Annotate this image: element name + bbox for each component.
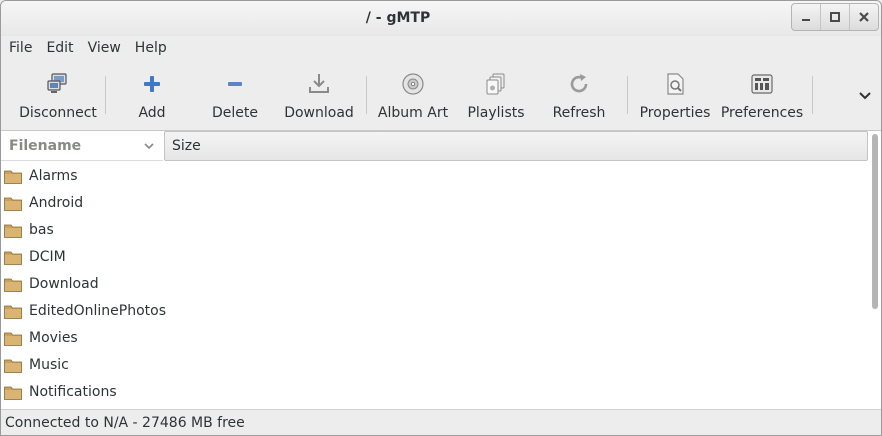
chevron-down-icon [859, 92, 871, 100]
list-item[interactable]: Notifications [1, 379, 867, 406]
delete-icon [228, 82, 242, 86]
minimize-button[interactable] [792, 4, 820, 30]
disconnect-label: Disconnect [19, 105, 97, 121]
folder-icon [4, 359, 22, 373]
disconnect-button[interactable]: Disconnect [15, 68, 101, 124]
chevron-down-icon [144, 143, 154, 150]
add-icon [144, 76, 160, 92]
album-art-label: Album Art [377, 105, 449, 121]
folder-icon [4, 386, 22, 400]
list-item[interactable]: Download [1, 271, 867, 298]
file-name: Music [29, 357, 69, 373]
properties-button[interactable]: Properties [637, 68, 713, 124]
column-header-filename-label: Filename [9, 138, 82, 154]
playlists-icon [486, 73, 505, 95]
file-name: EditedOnlinePhotos [29, 303, 166, 319]
list-item[interactable]: bas [1, 217, 867, 244]
folder-icon [4, 305, 22, 319]
list-item[interactable]: Android [1, 190, 867, 217]
vertical-scrollbar[interactable] [868, 131, 881, 410]
add-button[interactable]: Add [119, 68, 185, 124]
menu-edit[interactable]: Edit [39, 36, 80, 62]
folder-icon [4, 224, 22, 238]
refresh-label: Refresh [552, 105, 606, 121]
properties-label: Properties [639, 105, 711, 121]
download-label: Download [284, 105, 354, 121]
status-bar: Connected to N/A - 27486 MB free [1, 409, 881, 435]
column-header-size-label: Size [172, 138, 201, 154]
preferences-button[interactable]: Preferences [719, 68, 805, 124]
window-title: / - gMTP [365, 10, 431, 26]
add-label: Add [138, 105, 166, 121]
menu-bar: File Edit View Help [1, 36, 881, 62]
preferences-label: Preferences [720, 105, 804, 121]
list-item[interactable]: Alarms [1, 163, 867, 190]
folder-icon [4, 170, 22, 184]
file-list[interactable]: Filename Size Alarms Android bas DCIM Do… [1, 130, 881, 410]
file-name: Movies [29, 330, 78, 346]
preferences-icon [751, 74, 773, 94]
minimize-icon [802, 19, 810, 21]
refresh-button[interactable]: Refresh [549, 68, 609, 124]
download-icon [309, 74, 329, 93]
properties-icon [667, 73, 684, 95]
menu-file[interactable]: File [2, 36, 39, 62]
toolbar-separator [627, 76, 628, 114]
folder-icon [4, 197, 22, 211]
scrollbar-thumb[interactable] [872, 134, 878, 309]
column-header-filename[interactable]: Filename [1, 131, 163, 161]
toolbar-separator [105, 76, 106, 114]
list-item[interactable]: EditedOnlinePhotos [1, 298, 867, 325]
close-button[interactable] [849, 4, 878, 30]
folder-icon [4, 278, 22, 292]
delete-button[interactable]: Delete [203, 68, 267, 124]
folder-icon [4, 251, 22, 265]
folder-icon [4, 332, 22, 346]
file-name: Android [29, 195, 84, 211]
file-name: Notifications [29, 384, 117, 400]
title-bar[interactable]: / - gMTP [1, 1, 881, 36]
app-window: / - gMTP File Edit View Help Disconnect … [0, 0, 882, 436]
file-name: bas [29, 222, 54, 238]
column-header-size[interactable]: Size [164, 131, 868, 161]
toolbar: Disconnect Add Delete Download Album Art… [1, 62, 881, 128]
menu-help[interactable]: Help [128, 36, 174, 62]
file-name: Download [29, 276, 99, 292]
toolbar-separator [366, 76, 367, 114]
toolbar-overflow-button[interactable] [854, 86, 876, 106]
refresh-icon [570, 74, 588, 93]
list-item[interactable]: Movies [1, 325, 867, 352]
file-name: DCIM [29, 249, 66, 265]
list-item[interactable]: DCIM [1, 244, 867, 271]
list-item[interactable]: Music [1, 352, 867, 379]
delete-label: Delete [212, 105, 258, 121]
file-name: Alarms [29, 168, 78, 184]
download-button[interactable]: Download [283, 68, 355, 124]
maximize-icon [830, 12, 840, 22]
status-text: Connected to N/A - 27486 MB free [5, 415, 245, 431]
menu-view[interactable]: View [81, 36, 128, 62]
toolbar-separator [812, 76, 813, 114]
disconnect-icon [47, 73, 67, 93]
playlists-button[interactable]: Playlists [463, 68, 529, 124]
album-art-icon [402, 73, 424, 95]
file-rows: Alarms Android bas DCIM Download EditedO… [1, 163, 867, 406]
window-controls [791, 3, 879, 31]
close-icon [859, 12, 869, 22]
album-art-button[interactable]: Album Art [375, 68, 451, 124]
playlists-label: Playlists [467, 105, 525, 121]
maximize-button[interactable] [820, 4, 849, 30]
